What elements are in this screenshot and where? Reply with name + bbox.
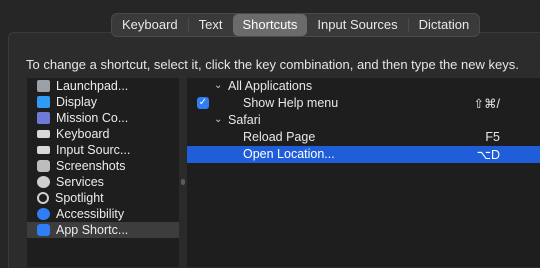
input-sources-icon [37,146,50,154]
shortcut-row-reload-page[interactable]: Reload Page F5 [187,129,540,146]
category-item-screenshots[interactable]: Screenshots [27,158,179,174]
category-item-mission-control[interactable]: Mission Co... [27,110,179,126]
group-row-safari[interactable]: ⌄ Safari [187,112,540,129]
tab-bar: Keyboard Text Shortcuts Input Sources Di… [111,13,481,37]
group-label: Safari [228,113,261,127]
shortcut-label: Open Location... [243,147,335,161]
shortcut-list[interactable]: ⌄ All Applications ✓ Show Help menu ⇧⌘/ … [187,78,540,267]
category-item-app-shortcuts[interactable]: App Shortc... [27,222,179,238]
category-item-launchpad[interactable]: Launchpad... [27,78,179,94]
chevron-down-icon[interactable]: ⌄ [214,114,224,126]
category-label: Input Sourc... [56,143,131,157]
display-icon [37,96,50,108]
tab-text[interactable]: Text [189,14,233,36]
tab-shortcuts[interactable]: Shortcuts [232,14,308,36]
category-item-services[interactable]: Services [27,174,179,190]
category-label: Display [56,95,97,109]
shortcut-label: Reload Page [243,130,316,144]
category-item-input-sources[interactable]: Input Sourc... [27,142,179,158]
accessibility-icon [37,208,50,220]
category-item-keyboard[interactable]: Keyboard [27,126,179,142]
screenshots-icon [37,160,50,172]
splitter-handle[interactable] [181,179,185,185]
category-label: Services [56,175,104,189]
checkbox-checked[interactable]: ✓ [197,97,209,109]
shortcut-keys[interactable]: F5 [485,130,500,144]
shortcut-label: Show Help menu [243,96,339,110]
category-item-accessibility[interactable]: Accessibility [27,206,179,222]
shortcut-row-show-help-menu[interactable]: ✓ Show Help menu ⇧⌘/ [187,95,540,112]
tab-keyboard[interactable]: Keyboard [112,14,188,36]
tab-dictation[interactable]: Dictation [409,14,480,36]
group-label: All Applications [228,79,313,93]
tab-input-sources[interactable]: Input Sources [307,14,407,36]
spotlight-icon [37,192,49,204]
group-row-all-applications[interactable]: ⌄ All Applications [187,78,540,95]
keyboard-icon [37,130,50,138]
shortcut-category-list[interactable]: Launchpad... Display Mission Co... Keybo… [27,78,179,267]
gear-icon [37,176,50,188]
pane-splitter[interactable] [179,78,187,267]
shortcut-keys[interactable]: ⇧⌘/ [474,96,500,111]
category-label: Mission Co... [56,111,129,125]
launchpad-icon [37,80,50,92]
shortcut-row-open-location[interactable]: Open Location... ⌥D [187,146,540,163]
category-label: Accessibility [56,207,125,221]
category-item-spotlight[interactable]: Spotlight [27,190,179,206]
category-label: Screenshots [56,159,126,173]
category-item-display[interactable]: Display [27,94,179,110]
category-label: Spotlight [55,191,104,205]
instructions-text: To change a shortcut, select it, click t… [26,57,519,72]
mission-control-icon [37,112,50,124]
chevron-down-icon[interactable]: ⌄ [214,80,224,92]
app-store-icon [37,224,50,236]
category-label: App Shortc... [56,223,129,237]
category-label: Keyboard [56,127,110,141]
shortcut-keys[interactable]: ⌥D [477,147,500,162]
category-label: Launchpad... [56,79,129,93]
